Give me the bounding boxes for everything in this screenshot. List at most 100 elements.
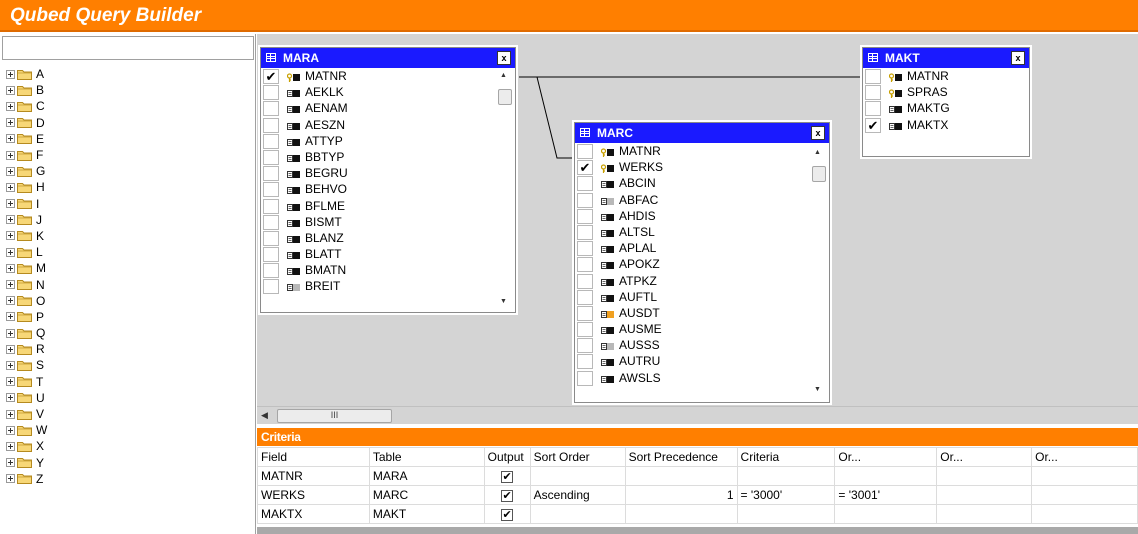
cell-sort-order[interactable] xyxy=(529,466,626,486)
tree-item-i[interactable]: I xyxy=(6,196,47,212)
field-row[interactable]: BFLME xyxy=(261,198,515,214)
tree-item-l[interactable]: L xyxy=(6,244,47,260)
cell-or2[interactable] xyxy=(936,504,1033,524)
field-row[interactable]: BEHVO xyxy=(261,181,515,198)
tree-item-q[interactable]: Q xyxy=(6,325,47,341)
tree-item-f[interactable]: F xyxy=(6,147,47,163)
column-header[interactable]: Or... xyxy=(834,447,938,467)
field-row[interactable]: AUSDT xyxy=(575,305,829,321)
tree-item-a[interactable]: A xyxy=(6,66,47,82)
tree-item-y[interactable]: Y xyxy=(6,455,47,471)
cell-criteria[interactable] xyxy=(736,504,836,524)
field-row[interactable]: BBTYP xyxy=(261,149,515,165)
field-row[interactable]: AUFTL xyxy=(575,289,829,305)
field-checkbox[interactable] xyxy=(577,338,593,354)
cell-sort-precedence[interactable]: 1 xyxy=(624,485,738,505)
field-checkbox[interactable] xyxy=(263,214,279,230)
field-checkbox[interactable] xyxy=(577,273,593,289)
cell-or1[interactable]: = '3001' xyxy=(834,485,938,505)
field-row[interactable]: BMATN xyxy=(261,262,515,279)
field-checkbox[interactable] xyxy=(577,208,593,224)
field-checkbox[interactable] xyxy=(263,247,279,263)
tree-item-x[interactable]: X xyxy=(6,438,47,454)
field-checkbox[interactable] xyxy=(865,69,881,84)
field-row[interactable]: APOKZ xyxy=(575,256,829,273)
column-header[interactable]: Or... xyxy=(1031,447,1138,467)
expand-icon[interactable] xyxy=(6,458,15,468)
horizontal-scrollbar[interactable]: ◀ III xyxy=(257,406,1138,424)
cell-sort-precedence[interactable] xyxy=(624,466,738,486)
field-checkbox[interactable] xyxy=(263,279,279,295)
tree-item-w[interactable]: W xyxy=(6,422,47,438)
field-row[interactable]: BLANZ xyxy=(261,230,515,246)
field-checkbox[interactable]: ✔ xyxy=(865,117,881,133)
tree-item-v[interactable]: V xyxy=(6,406,47,422)
expand-icon[interactable] xyxy=(6,101,15,111)
field-row[interactable]: BEGRU xyxy=(261,165,515,182)
cell-sort-order[interactable]: Ascending xyxy=(529,485,626,505)
field-checkbox[interactable] xyxy=(263,117,279,133)
column-header[interactable]: Sort Order xyxy=(529,447,626,467)
cell-or3[interactable] xyxy=(1031,485,1138,505)
field-checkbox[interactable] xyxy=(263,182,279,198)
cell-field[interactable]: WERKS xyxy=(257,485,370,505)
field-row[interactable]: MAKTG xyxy=(863,100,1029,117)
field-row[interactable]: AENAM xyxy=(261,100,515,117)
close-icon[interactable]: x xyxy=(811,126,825,140)
expand-icon[interactable] xyxy=(6,263,15,273)
expand-icon[interactable] xyxy=(6,85,15,95)
column-header[interactable]: Field xyxy=(257,447,370,467)
field-row[interactable]: AHDIS xyxy=(575,208,829,224)
expand-icon[interactable] xyxy=(6,118,15,128)
tree-item-j[interactable]: J xyxy=(6,212,47,228)
field-row[interactable]: AEKLK xyxy=(261,84,515,101)
tree-item-b[interactable]: B xyxy=(6,82,47,98)
tree-item-e[interactable]: E xyxy=(6,131,47,147)
cell-or2[interactable] xyxy=(936,466,1033,486)
scroll-down-arrow-icon[interactable]: ▼ xyxy=(814,386,821,393)
cell-table[interactable]: MAKT xyxy=(368,504,485,524)
expand-icon[interactable] xyxy=(6,166,15,176)
field-checkbox[interactable]: ✔ xyxy=(577,160,593,176)
cell-or1[interactable] xyxy=(834,504,938,524)
expand-icon[interactable] xyxy=(6,215,15,225)
column-header[interactable]: Criteria xyxy=(736,447,836,467)
tree-item-d[interactable]: D xyxy=(6,115,47,131)
field-checkbox[interactable] xyxy=(577,224,593,240)
field-row[interactable]: MATNR xyxy=(863,68,1029,84)
field-row[interactable]: SPRAS xyxy=(863,84,1029,101)
field-checkbox[interactable] xyxy=(577,322,593,338)
output-checkbox[interactable]: ✔ xyxy=(483,466,531,486)
expand-icon[interactable] xyxy=(6,150,15,160)
expand-icon[interactable] xyxy=(6,296,15,306)
field-row[interactable]: AUSSS xyxy=(575,337,829,354)
field-checkbox[interactable] xyxy=(263,149,279,165)
expand-icon[interactable] xyxy=(6,328,15,338)
search-input[interactable] xyxy=(2,36,254,60)
field-row[interactable]: ABCIN xyxy=(575,175,829,192)
field-row[interactable]: AWSLS xyxy=(575,370,829,386)
close-icon[interactable]: x xyxy=(497,51,511,65)
cell-table[interactable]: MARC xyxy=(368,485,485,505)
expand-icon[interactable] xyxy=(6,425,15,435)
table-window-header[interactable]: MARC x xyxy=(575,123,829,143)
field-checkbox[interactable] xyxy=(263,198,279,214)
table-window-header[interactable]: MARA x xyxy=(261,48,515,68)
tree-item-t[interactable]: T xyxy=(6,374,47,390)
field-row[interactable]: AUSME xyxy=(575,321,829,338)
field-checkbox[interactable] xyxy=(577,370,593,386)
expand-icon[interactable] xyxy=(6,134,15,144)
expand-icon[interactable] xyxy=(6,182,15,192)
output-checkbox[interactable]: ✔ xyxy=(483,485,531,505)
tree-item-c[interactable]: C xyxy=(6,98,47,114)
field-checkbox[interactable] xyxy=(577,241,593,257)
tree-item-p[interactable]: P xyxy=(6,309,47,325)
cell-or3[interactable] xyxy=(1031,466,1138,486)
tree-item-r[interactable]: R xyxy=(6,341,47,357)
expand-icon[interactable] xyxy=(6,393,15,403)
field-checkbox[interactable] xyxy=(577,192,593,208)
expand-icon[interactable] xyxy=(6,377,15,387)
tree-item-h[interactable]: H xyxy=(6,179,47,195)
column-header[interactable]: Output xyxy=(483,447,531,467)
close-icon[interactable]: x xyxy=(1011,51,1025,65)
